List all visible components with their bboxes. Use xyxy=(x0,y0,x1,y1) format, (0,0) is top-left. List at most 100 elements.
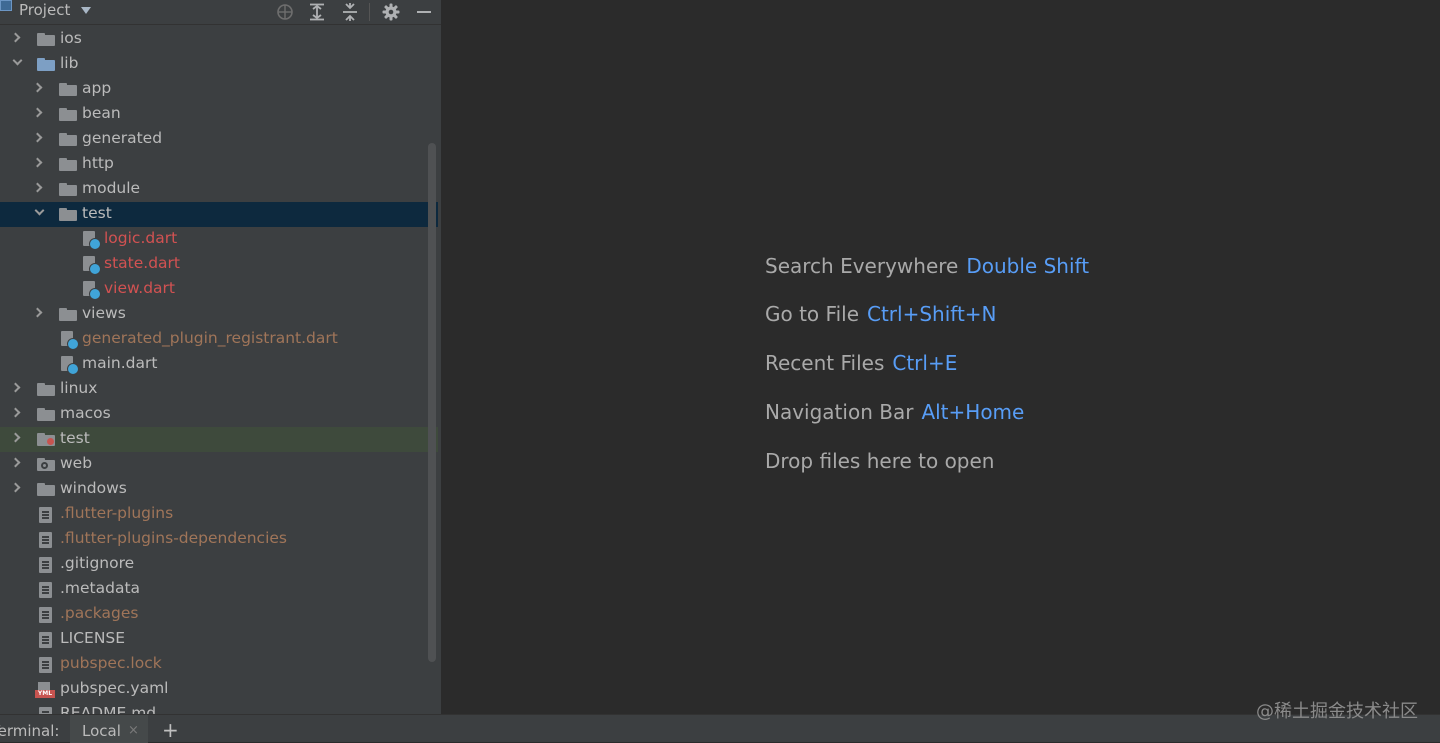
dart-file-icon xyxy=(61,331,79,350)
chevron-down-icon[interactable] xyxy=(12,55,23,66)
tree-item-label: LICENSE xyxy=(60,629,126,647)
chevron-right-icon[interactable] xyxy=(10,457,21,468)
text-file-icon xyxy=(39,707,52,714)
chevron-right-icon[interactable] xyxy=(32,157,43,168)
toolbar-divider xyxy=(369,3,370,21)
tree-item-label: web xyxy=(60,454,93,472)
gear-icon[interactable] xyxy=(381,2,401,22)
chevron-down-icon[interactable] xyxy=(81,7,91,14)
yaml-file-icon: YML xyxy=(35,682,55,698)
tree-file-row[interactable]: YML pubspec.yaml xyxy=(0,677,438,702)
yaml-badge: YML xyxy=(35,690,55,698)
terminal-tool-window-bar: Terminal: Local × + xyxy=(0,714,1440,743)
chevron-right-icon[interactable] xyxy=(32,307,43,318)
tree-item-label: .packages xyxy=(60,604,139,622)
terminal-tab-label: Local xyxy=(82,722,121,740)
folder-icon xyxy=(59,208,77,221)
tree-folder-row[interactable]: web xyxy=(0,452,438,477)
tree-scrollbar[interactable] xyxy=(428,143,436,662)
hint-shortcut: Double Shift xyxy=(966,254,1090,278)
hint-label: Search Everywhere xyxy=(765,254,959,278)
tree-file-row[interactable]: .packages xyxy=(0,602,438,627)
folder-icon xyxy=(37,483,55,496)
tree-file-row[interactable]: LICENSE xyxy=(0,627,438,652)
locate-file-icon[interactable] xyxy=(275,2,295,22)
folder-icon xyxy=(59,183,77,196)
add-terminal-icon[interactable]: + xyxy=(162,718,179,742)
tree-item-label: .gitignore xyxy=(60,554,135,572)
tree-file-row[interactable]: view.dart xyxy=(0,277,438,302)
tree-file-row[interactable]: logic.dart xyxy=(0,227,438,252)
tree-folder-row[interactable]: http xyxy=(0,152,438,177)
close-icon[interactable]: × xyxy=(128,723,139,738)
hint-navigation-bar: Navigation Bar Alt+Home xyxy=(765,400,1024,424)
tree-folder-row[interactable]: generated xyxy=(0,127,438,152)
tree-folder-row[interactable]: bean xyxy=(0,102,438,127)
tree-item-label: lib xyxy=(60,54,79,72)
hint-label: Recent Files xyxy=(765,351,885,375)
project-tool-window: Project ios lib app bean generated http … xyxy=(0,0,441,714)
text-file-icon xyxy=(39,507,52,523)
tree-folder-row[interactable]: ios xyxy=(0,27,438,52)
tree-item-label: state.dart xyxy=(104,254,180,272)
tree-folder-row[interactable]: test xyxy=(0,427,438,452)
hint-recent-files: Recent Files Ctrl+E xyxy=(765,351,957,375)
tree-item-label: pubspec.yaml xyxy=(60,679,169,697)
hint-label: Navigation Bar xyxy=(765,400,914,424)
tree-folder-row[interactable]: module xyxy=(0,177,438,202)
tree-file-row[interactable]: .flutter-plugins-dependencies xyxy=(0,527,438,552)
editor-empty-area[interactable]: Search Everywhere Double Shift Go to File… xyxy=(442,0,1440,714)
folder-icon xyxy=(59,308,77,321)
tree-item-label: main.dart xyxy=(82,354,158,372)
chevron-right-icon[interactable] xyxy=(32,82,43,93)
folder-icon xyxy=(59,108,77,121)
tree-folder-row[interactable]: windows xyxy=(0,477,438,502)
chevron-right-icon[interactable] xyxy=(32,132,43,143)
chevron-right-icon[interactable] xyxy=(10,482,21,493)
chevron-right-icon[interactable] xyxy=(10,32,21,43)
folder-icon xyxy=(37,33,55,46)
tree-folder-row[interactable]: macos xyxy=(0,402,438,427)
minimize-icon[interactable] xyxy=(414,2,434,22)
tree-file-row[interactable]: README.md xyxy=(0,702,438,714)
tree-file-row[interactable]: pubspec.lock xyxy=(0,652,438,677)
tree-folder-row[interactable]: app xyxy=(0,77,438,102)
tree-file-row[interactable]: .metadata xyxy=(0,577,438,602)
hint-shortcut: Alt+Home xyxy=(921,400,1025,424)
folder-icon xyxy=(37,458,55,471)
chevron-right-icon[interactable] xyxy=(10,407,21,418)
tree-file-row[interactable]: generated_plugin_registrant.dart xyxy=(0,327,438,352)
folder-icon xyxy=(37,58,55,71)
tree-item-label: pubspec.lock xyxy=(60,654,162,672)
project-view-title[interactable]: Project xyxy=(19,1,70,19)
hint-shortcut: Ctrl+Shift+N xyxy=(867,302,997,326)
collapse-all-icon[interactable] xyxy=(340,2,360,22)
tree-item-label: linux xyxy=(60,379,98,397)
tree-file-row[interactable]: .flutter-plugins xyxy=(0,502,438,527)
folder-icon xyxy=(59,83,77,96)
tree-file-row[interactable]: state.dart xyxy=(0,252,438,277)
chevron-right-icon[interactable] xyxy=(10,382,21,393)
tree-file-row[interactable]: .gitignore xyxy=(0,552,438,577)
tree-file-row[interactable]: main.dart xyxy=(0,352,438,377)
tree-folder-row[interactable]: test xyxy=(0,202,438,227)
tree-folder-row[interactable]: lib xyxy=(0,52,438,77)
tree-item-label: .flutter-plugins xyxy=(60,504,174,522)
chevron-right-icon[interactable] xyxy=(10,432,21,443)
hint-label: Go to File xyxy=(765,302,859,326)
tree-folder-row[interactable]: views xyxy=(0,302,438,327)
expand-all-icon[interactable] xyxy=(307,2,327,22)
terminal-tab-local[interactable]: Local × xyxy=(70,715,148,743)
text-file-icon xyxy=(39,657,52,673)
tree-item-label: views xyxy=(82,304,126,322)
chevron-right-icon[interactable] xyxy=(32,182,43,193)
chevron-right-icon[interactable] xyxy=(32,107,43,118)
text-file-icon xyxy=(39,532,52,548)
tree-folder-row[interactable]: linux xyxy=(0,377,438,402)
hint-shortcut: Ctrl+E xyxy=(892,351,958,375)
tree-item-label: module xyxy=(82,179,141,197)
text-file-icon xyxy=(39,557,52,573)
dart-file-icon xyxy=(61,356,79,375)
chevron-down-icon[interactable] xyxy=(34,205,45,216)
hint-label: Drop files here to open xyxy=(765,449,995,473)
